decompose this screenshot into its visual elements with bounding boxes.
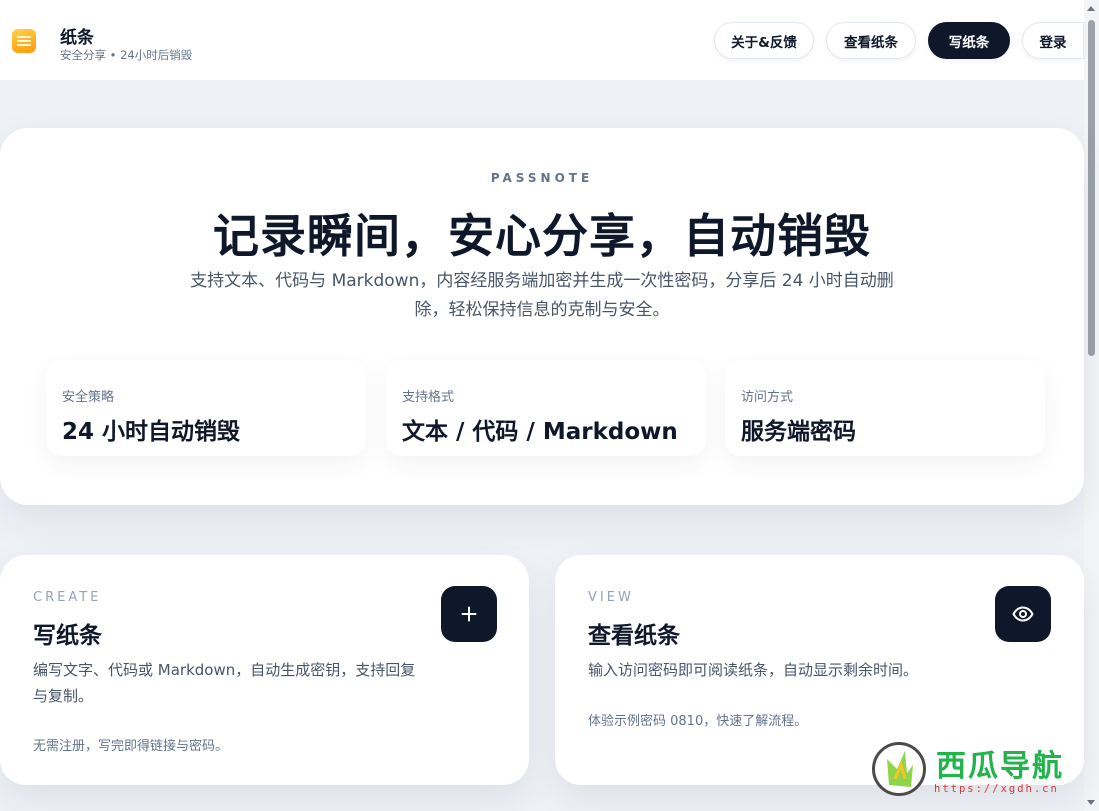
stat-value: 服务端密码 — [741, 419, 856, 445]
hero-description-line-2: 除，轻松保持信息的克制与安全。 — [414, 300, 670, 320]
card-description: 编写文字、代码或 Markdown，自动生成密钥，支持回复与复制。 — [33, 661, 416, 705]
stat-card-formats: 支持格式 文本 / 代码 / Markdown — [386, 360, 706, 456]
stat-label: 访问方式 — [741, 390, 794, 405]
create-note-card[interactable]: CREATE 写纸条 编写文字、代码或 Markdown，自动生成密钥，支持回复… — [0, 555, 529, 785]
stat-label: 支持格式 — [402, 390, 455, 405]
hero-title: 记录瞬间，安心分享，自动销毁 — [213, 209, 871, 263]
plus-icon — [461, 606, 477, 622]
eye-icon — [1012, 606, 1034, 622]
view-note-button[interactable] — [995, 586, 1051, 642]
hero-description: 支持文本、代码与 Markdown，内容经服务端加密并生成一次性密码，分享后 2… — [172, 267, 912, 325]
top-header: 纸条 安全分享 • 24小时后销毁 关于&反馈 查看纸条 写纸条 登录 — [0, 0, 1084, 80]
watermark-logo-icon — [872, 742, 926, 796]
card-eyebrow: CREATE — [33, 590, 102, 605]
brand-title[interactable]: 纸条 — [60, 23, 94, 48]
watermark-url: https://xgdh.cn — [934, 783, 1059, 795]
hero-panel: PASSNOTE 记录瞬间，安心分享，自动销毁 支持文本、代码与 Markdow… — [0, 128, 1084, 505]
card-note: 无需注册，写完即得链接与密码。 — [33, 739, 229, 754]
scroll-up-arrow-icon[interactable] — [1087, 6, 1095, 11]
site-watermark: 西瓜导航 https://xgdh.cn — [870, 740, 1085, 800]
scroll-down-arrow-icon[interactable] — [1087, 800, 1095, 805]
page-scrollbar[interactable] — [1084, 0, 1099, 811]
about-feedback-button[interactable]: 关于&反馈 — [714, 22, 814, 59]
create-note-button[interactable] — [441, 586, 497, 642]
view-note-nav-button[interactable]: 查看纸条 — [826, 22, 916, 59]
login-button[interactable]: 登录 — [1022, 22, 1084, 59]
stat-value: 24 小时自动销毁 — [62, 419, 241, 445]
card-title: 写纸条 — [33, 623, 102, 649]
stat-card-access: 访问方式 服务端密码 — [725, 360, 1045, 456]
scrollbar-thumb[interactable] — [1088, 20, 1095, 356]
card-description: 输入访问密码即可阅读纸条，自动显示剩余时间。 — [588, 661, 919, 679]
hero-eyebrow: PASSNOTE — [490, 171, 594, 185]
watermark-text: 西瓜导航 — [936, 749, 1064, 784]
hero-description-line-1: 支持文本、代码与 Markdown，内容经服务端加密并生成一次性密码，分享后 2… — [190, 271, 894, 291]
card-eyebrow: VIEW — [588, 590, 634, 605]
stat-value: 文本 / 代码 / Markdown — [402, 419, 678, 445]
card-note: 体验示例密码 0810，快速了解流程。 — [588, 714, 808, 729]
brand-subtitle: 安全分享 • 24小时后销毁 — [60, 48, 193, 62]
write-note-nav-button[interactable]: 写纸条 — [928, 22, 1010, 59]
stat-label: 安全策略 — [62, 390, 115, 405]
card-title: 查看纸条 — [588, 623, 680, 649]
notes-app-icon[interactable] — [12, 29, 36, 53]
stat-card-security: 安全策略 24 小时自动销毁 — [46, 360, 366, 456]
